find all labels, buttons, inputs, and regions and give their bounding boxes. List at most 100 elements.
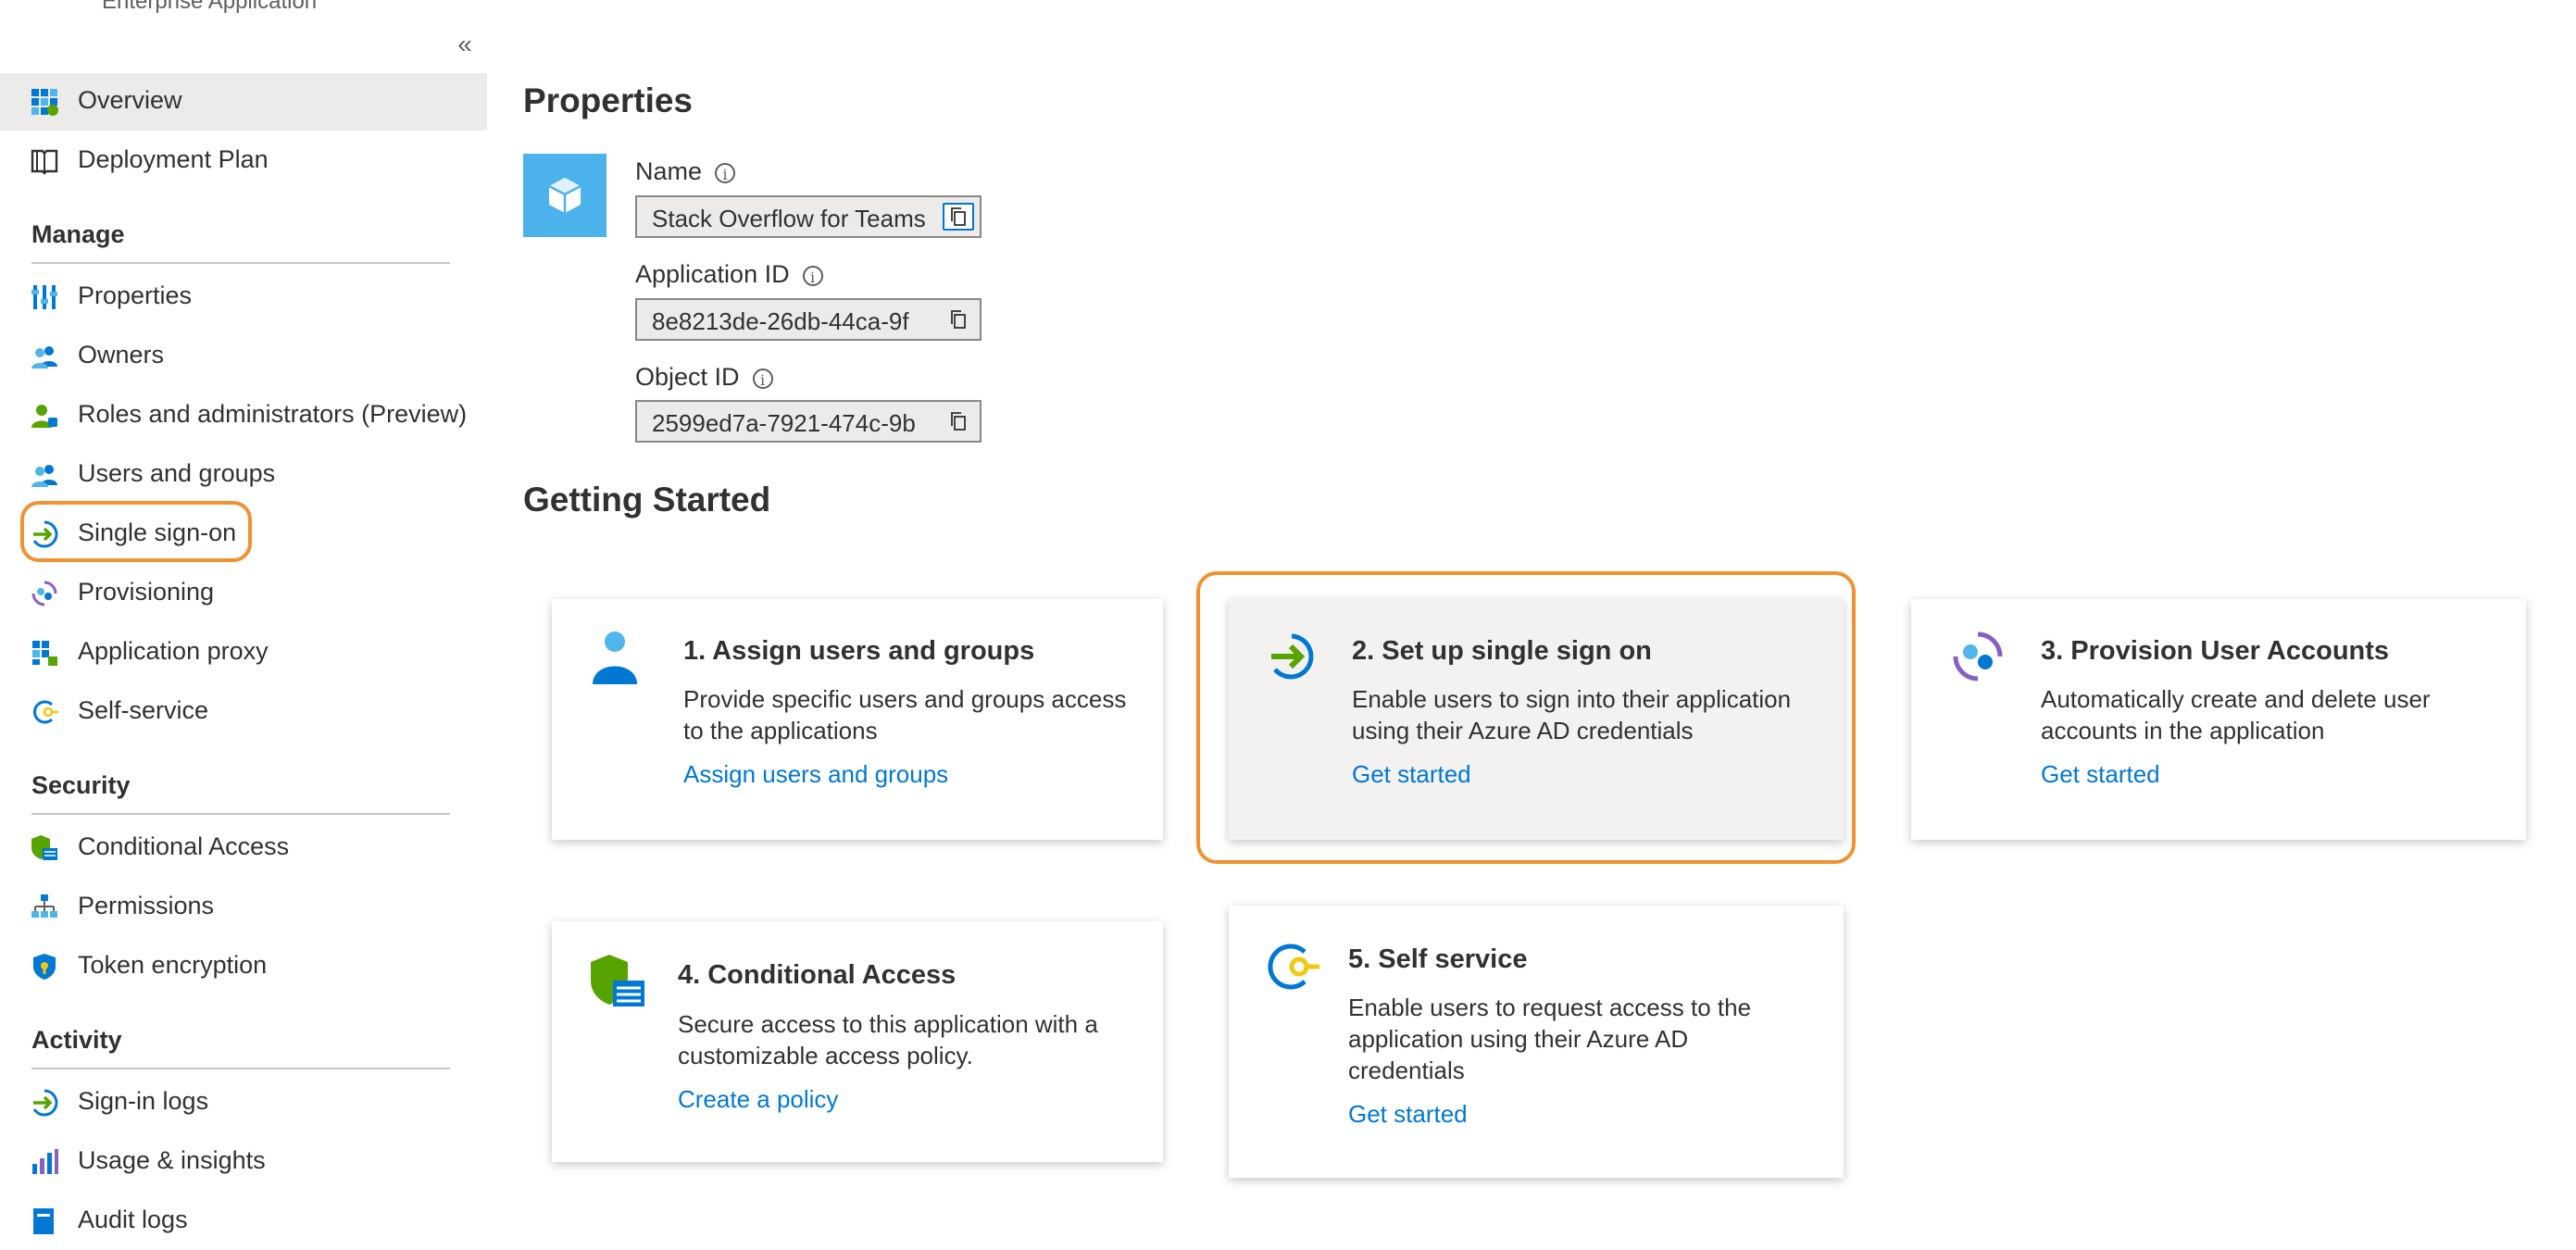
application-id-field: 8e8213de-26db-44ca-9f xyxy=(635,298,982,341)
sidebar-item-label: Sign-in logs xyxy=(78,1087,209,1115)
chart-icon xyxy=(32,1149,58,1174)
card-description: Provide specific users and groups access… xyxy=(683,685,1127,744)
object-id-value: 2599ed7a-7921-474c-9b xyxy=(652,409,916,437)
sidebar-item-label: Self-service xyxy=(78,696,209,724)
log-icon xyxy=(33,1208,54,1234)
sidebar-item-label: Application proxy xyxy=(78,637,269,665)
self-service-get-started-link[interactable]: Get started xyxy=(1348,1100,1468,1129)
sidebar-item-label: Deployment Plan xyxy=(78,145,269,173)
card-title: 2. Set up single sign on xyxy=(1352,636,1652,666)
users-icon xyxy=(31,346,57,369)
name-label-text: Name xyxy=(635,157,703,185)
copy-application-id-button[interactable] xyxy=(943,306,974,333)
collapse-sidebar-button[interactable]: « xyxy=(452,31,478,59)
object-id-label: Object ID i xyxy=(635,363,773,392)
info-icon[interactable]: i xyxy=(715,162,736,183)
copy-icon xyxy=(951,310,966,329)
sidebar-item-label: Users and groups xyxy=(78,459,276,487)
sso-arrow-icon xyxy=(32,1089,58,1117)
create-a-policy-link[interactable]: Create a policy xyxy=(678,1085,838,1114)
provisioning-icon xyxy=(31,581,57,606)
object-id-label-text: Object ID xyxy=(635,363,740,391)
sidebar-item-self-service[interactable]: Self-service xyxy=(0,683,487,741)
sidebar-item-provisioning[interactable]: Provisioning xyxy=(0,565,487,622)
sidebar: Enterprise Application « Overview Deploy… xyxy=(0,0,487,1234)
card-description: Enable users to sign into their applicat… xyxy=(1352,685,1792,744)
app-proxy-icon xyxy=(32,641,57,666)
card-set-up-single-sign-on[interactable]: 2. Set up single sign on Enable users to… xyxy=(1229,599,1844,840)
sidebar-item-application-proxy[interactable]: Application proxy xyxy=(0,624,487,681)
card-conditional-access: 4. Conditional Access Secure access to t… xyxy=(552,921,1163,1162)
sidebar-item-permissions[interactable]: Permissions xyxy=(0,879,487,936)
sidebar-item-label: Roles and administrators (Preview) xyxy=(78,400,468,428)
user-icon xyxy=(593,631,637,684)
shield-icon xyxy=(33,954,56,980)
sidebar-item-label: Overview xyxy=(78,86,182,114)
self-service-icon xyxy=(33,700,58,724)
app-logo xyxy=(523,154,606,237)
name-value: Stack Overflow for Teams xyxy=(652,205,926,232)
card-assign-users-and-groups: 1. Assign users and groups Provide speci… xyxy=(552,599,1163,840)
card-description: Automatically create and delete user acc… xyxy=(2041,685,2431,744)
sidebar-item-label: Properties xyxy=(78,281,193,309)
sidebar-item-label: Audit logs xyxy=(78,1206,188,1233)
sidebar-item-label: Token encryption xyxy=(78,951,268,979)
provisioning-icon xyxy=(1953,631,2003,681)
application-id-label-text: Application ID xyxy=(635,260,790,288)
sidebar-item-deployment-plan[interactable]: Deployment Plan xyxy=(0,132,487,190)
sidebar-item-label: Provisioning xyxy=(78,578,215,606)
section-divider xyxy=(31,262,450,264)
section-title-manage: Manage xyxy=(31,220,125,248)
sidebar-item-audit-logs[interactable]: Audit logs xyxy=(0,1193,487,1250)
sidebar-item-label: Permissions xyxy=(78,892,215,919)
sidebar-item-single-sign-on[interactable]: Single sign-on xyxy=(0,506,487,563)
provisioning-get-started-link[interactable]: Get started xyxy=(2041,760,2160,789)
section-divider xyxy=(31,1068,450,1069)
copy-icon xyxy=(951,412,966,431)
conditional-access-icon xyxy=(591,955,644,1006)
user-admin-icon xyxy=(31,405,57,428)
card-provision-user-accounts: 3. Provision User Accounts Automatically… xyxy=(1911,599,2526,840)
users-icon xyxy=(31,465,57,487)
sidebar-item-label: Usage & insights xyxy=(78,1146,266,1174)
section-divider xyxy=(31,813,450,815)
card-title: 1. Assign users and groups xyxy=(683,636,1035,666)
sidebar-item-label: Conditional Access xyxy=(78,832,290,860)
info-icon[interactable]: i xyxy=(752,368,773,389)
sidebar-item-token-encryption[interactable]: Token encryption xyxy=(0,938,487,995)
book-icon xyxy=(31,149,58,175)
sidebar-caption: Enterprise Application xyxy=(102,0,318,14)
properties-icon xyxy=(31,285,57,309)
card-description: Secure access to this application with a… xyxy=(678,1010,1098,1069)
object-id-field: 2599ed7a-7921-474c-9b xyxy=(635,400,982,443)
info-icon[interactable]: i xyxy=(802,265,823,286)
card-self-service: 5. Self service Enable users to request … xyxy=(1229,906,1844,1178)
sso-arrow-icon xyxy=(32,520,58,548)
sidebar-item-properties[interactable]: Properties xyxy=(0,269,487,326)
assign-users-and-groups-link[interactable]: Assign users and groups xyxy=(683,760,948,789)
sidebar-item-usage-and-insights[interactable]: Usage & insights xyxy=(0,1133,487,1191)
copy-object-id-button[interactable] xyxy=(943,407,974,435)
card-title: 5. Self service xyxy=(1348,944,1528,974)
name-field: Stack Overflow for Teams xyxy=(635,195,982,238)
application-id-label: Application ID i xyxy=(635,260,823,289)
section-title-security: Security xyxy=(31,771,131,799)
sidebar-item-overview[interactable]: Overview xyxy=(0,73,487,131)
sidebar-item-conditional-access[interactable]: Conditional Access xyxy=(0,819,487,877)
card-description: Enable users to request access to the ap… xyxy=(1348,994,1752,1084)
name-label: Name i xyxy=(635,157,736,186)
section-title-activity: Activity xyxy=(31,1026,122,1054)
sidebar-item-roles-and-administrators[interactable]: Roles and administrators (Preview) xyxy=(0,387,487,444)
getting-started-heading: Getting Started xyxy=(523,481,771,519)
grid-icon xyxy=(31,89,58,116)
sidebar-item-label: Owners xyxy=(78,341,165,369)
sidebar-item-owners[interactable]: Owners xyxy=(0,328,487,385)
sidebar-item-sign-in-logs[interactable]: Sign-in logs xyxy=(0,1074,487,1131)
application-id-value: 8e8213de-26db-44ca-9f xyxy=(652,307,909,335)
sidebar-item-users-and-groups[interactable]: Users and groups xyxy=(0,446,487,504)
copy-name-button[interactable] xyxy=(943,203,974,231)
conditional-access-icon xyxy=(31,835,57,860)
card-title: 4. Conditional Access xyxy=(678,960,957,990)
cube-icon xyxy=(548,178,581,213)
sso-get-started-link[interactable]: Get started xyxy=(1352,760,1471,789)
